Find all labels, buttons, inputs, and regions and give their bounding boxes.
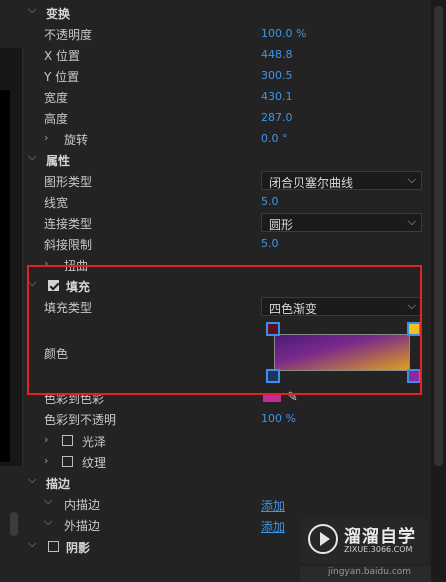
chevron-down-icon[interactable]: ⌵ [44, 494, 52, 508]
section-stroke[interactable]: ⌵ 描边 [24, 473, 431, 494]
miter-limit-label: 斜接限制 [44, 238, 93, 252]
line-width-label: 线宽 [44, 196, 69, 210]
line-width-value[interactable]: 5.0 [261, 195, 279, 208]
miter-limit-value[interactable]: 5.0 [261, 237, 279, 250]
width-value[interactable]: 430.1 [261, 90, 293, 103]
row-width: 宽度 430.1 [24, 87, 431, 108]
row-color-to-opacity: 色彩到不透明 100 % [24, 409, 431, 430]
row-line-width: 线宽 5.0 [24, 192, 431, 213]
color-to-opacity-label: 色彩到不透明 [44, 413, 117, 427]
x-position-label: X 位置 [44, 49, 81, 63]
row-rotation[interactable]: › 旋转 0.0 ° [24, 129, 431, 150]
section-properties[interactable]: ⌵ 属性 [24, 150, 431, 171]
opacity-label: 不透明度 [44, 28, 93, 42]
outer-stroke-add-link[interactable]: 添加 [261, 518, 285, 535]
texture-checkbox[interactable] [62, 456, 73, 467]
bottom-watermark-fragment: jingyan.baidu.com [300, 566, 431, 582]
shape-type-value: 闭合贝塞尔曲线 [269, 176, 354, 190]
chevron-right-icon[interactable]: › [44, 433, 48, 446]
chevron-down-icon[interactable]: ⌵ [28, 3, 36, 17]
shape-type-label: 图形类型 [44, 175, 93, 189]
row-height: 高度 287.0 [24, 108, 431, 129]
left-scroll-handle[interactable] [10, 512, 18, 536]
texture-label: 纹理 [82, 456, 107, 470]
preview-area [0, 48, 23, 466]
watermark-url: ZIXUE.3066.COM [344, 545, 413, 554]
left-preview-strip [0, 0, 24, 582]
outer-stroke-label: 外描边 [64, 519, 101, 533]
join-type-label: 连接类型 [44, 217, 93, 231]
section-shadow-title: 阴影 [66, 541, 91, 555]
row-opacity: 不透明度 100.0 % [24, 24, 431, 45]
rotation-value[interactable]: 0.0 ° [261, 132, 288, 145]
join-type-dropdown[interactable]: 圆形 ⌵ [261, 213, 422, 232]
row-y-position: Y 位置 300.5 [24, 66, 431, 87]
join-type-value: 圆形 [269, 218, 294, 232]
watermark-name: 溜溜自学 [344, 527, 416, 547]
row-miter-limit: 斜接限制 5.0 [24, 234, 431, 255]
rotation-label: 旋转 [64, 133, 89, 147]
row-gloss[interactable]: › 光泽 [24, 431, 431, 452]
row-x-position: X 位置 448.8 [24, 45, 431, 66]
y-position-value[interactable]: 300.5 [261, 69, 293, 82]
row-shape-type: 图形类型 闭合贝塞尔曲线 ⌵ [24, 171, 431, 192]
color-to-opacity-value[interactable]: 100 % [261, 412, 296, 425]
opacity-value[interactable]: 100.0 % [261, 27, 306, 40]
chevron-down-icon[interactable]: ⌵ [44, 515, 52, 529]
chevron-down-icon[interactable]: ⌵ [28, 150, 36, 164]
chevron-down-icon[interactable]: ⌵ [28, 473, 36, 487]
play-logo-icon [308, 524, 338, 554]
section-properties-title: 属性 [46, 154, 71, 168]
scrollbar-thumb[interactable] [434, 6, 443, 466]
section-transform[interactable]: ⌵ 变换 [24, 3, 431, 24]
section-transform-title: 变换 [46, 7, 71, 21]
inner-stroke-label: 内描边 [64, 498, 101, 512]
preview-black [0, 90, 10, 462]
watermark: 溜溜自学 ZIXUE.3066.COM [300, 516, 428, 564]
gloss-checkbox[interactable] [62, 435, 73, 446]
panel-scrollbar[interactable] [431, 0, 446, 582]
color-swatch[interactable] [263, 394, 281, 402]
row-texture[interactable]: › 纹理 [24, 452, 431, 473]
width-label: 宽度 [44, 91, 69, 105]
row-inner-stroke[interactable]: ⌵ 内描边 添加 [24, 494, 431, 515]
inner-stroke-add-link[interactable]: 添加 [261, 497, 285, 514]
shadow-checkbox[interactable] [48, 541, 59, 552]
shape-type-dropdown[interactable]: 闭合贝塞尔曲线 ⌵ [261, 171, 422, 190]
chevron-down-icon: ⌵ [407, 173, 416, 186]
chevron-right-icon[interactable]: › [44, 131, 48, 144]
chevron-down-icon[interactable]: ⌵ [28, 537, 36, 551]
height-value[interactable]: 287.0 [261, 111, 293, 124]
chevron-right-icon[interactable]: › [44, 454, 48, 467]
gloss-label: 光泽 [82, 435, 107, 449]
row-join-type: 连接类型 圆形 ⌵ [24, 213, 431, 234]
section-stroke-title: 描边 [46, 477, 71, 491]
x-position-value[interactable]: 448.8 [261, 48, 293, 61]
chevron-down-icon: ⌵ [407, 215, 416, 228]
bottom-watermark-text: jingyan.baidu.com [328, 567, 412, 577]
height-label: 高度 [44, 112, 69, 126]
highlight-annotation-box [27, 265, 422, 395]
y-position-label: Y 位置 [44, 70, 80, 84]
